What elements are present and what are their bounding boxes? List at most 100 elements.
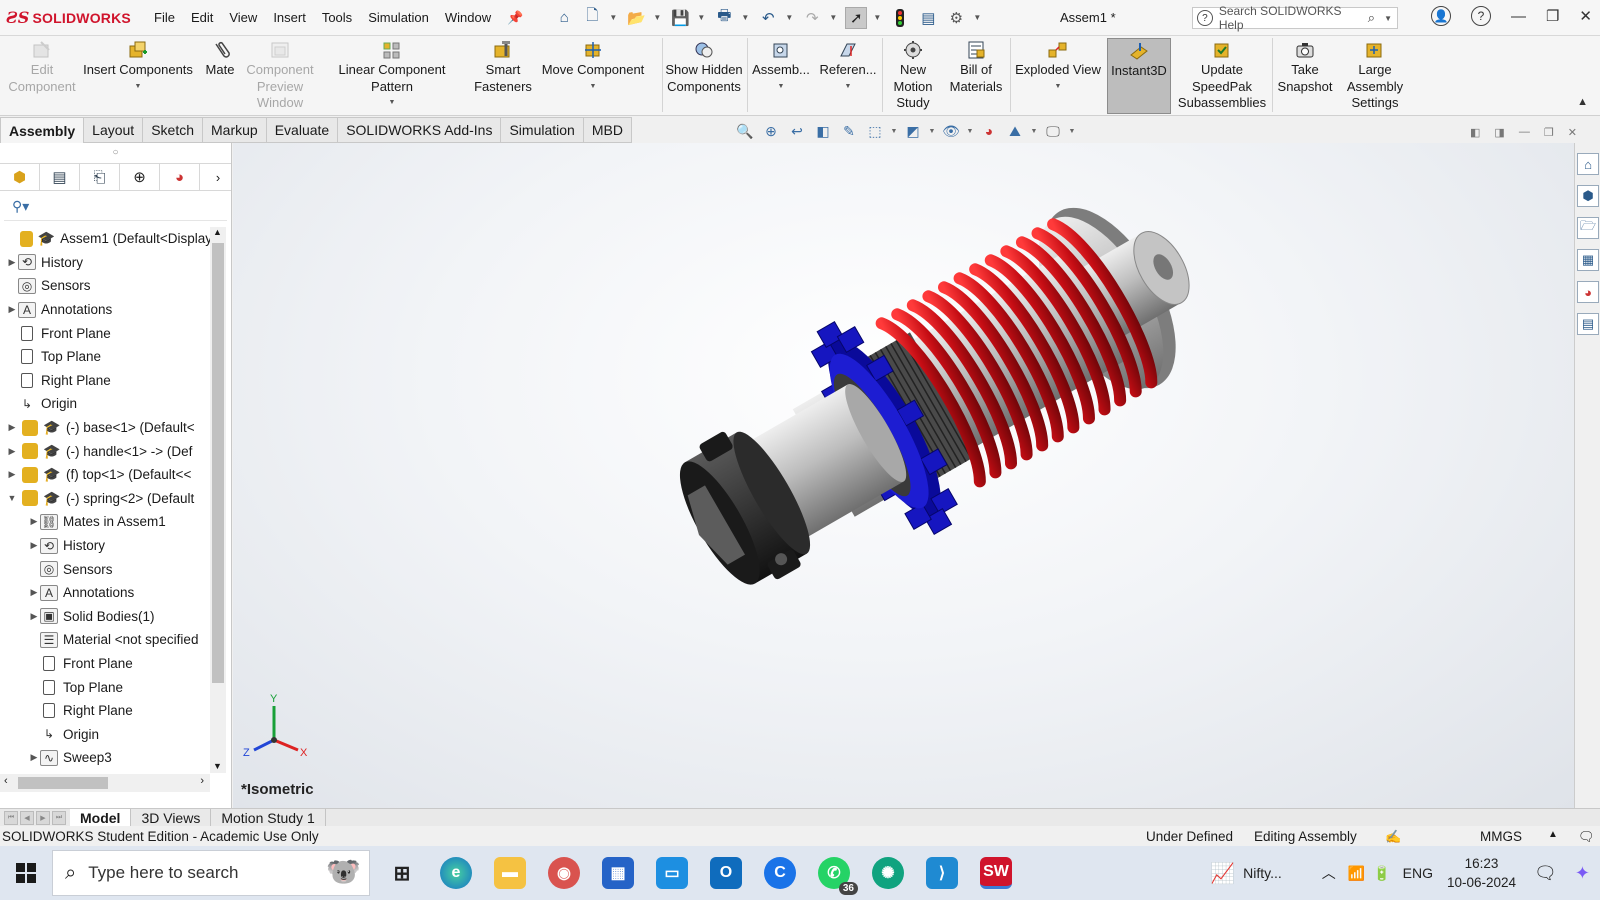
tree-item[interactable]: Top Plane — [0, 345, 212, 369]
zoom-to-fit-icon[interactable]: 🔍 — [734, 122, 756, 140]
move-component-dropdown-icon[interactable]: ▼ — [538, 79, 648, 96]
tree-item[interactable]: ☰ Material <not specified — [0, 628, 212, 652]
chatgpt-icon[interactable]: ✺ — [872, 857, 904, 889]
tab-3d-views[interactable]: 3D Views — [131, 808, 212, 827]
tree-item[interactable]: Right Plane — [0, 369, 212, 393]
minimize-icon[interactable]: — — [1511, 8, 1526, 25]
assembly-features-dropdown-icon[interactable]: ▼ — [749, 79, 813, 96]
tab-assembly[interactable]: Assembly — [0, 117, 85, 143]
assembly-features-button[interactable]: Assemb... ▼ — [749, 38, 813, 95]
tree-item[interactable]: Top Plane — [0, 675, 212, 699]
menu-file[interactable]: File — [146, 10, 183, 25]
move-component-button[interactable]: Move Component ▼ — [538, 38, 648, 95]
viewport-minimize-icon[interactable]: — — [1519, 126, 1530, 139]
solidworks-logo[interactable]: ƧS SOLIDWORKS — [6, 8, 136, 27]
rebuild-status-icon[interactable]: ✍ — [1385, 829, 1401, 845]
expand-arrow-icon[interactable]: ▶ — [6, 469, 18, 480]
save-dropdown-icon[interactable]: ▼ — [697, 13, 707, 22]
tree-item[interactable]: 🎓 Assem1 (Default<Display — [0, 227, 212, 251]
recorder-app-icon[interactable]: ◉ — [548, 857, 580, 889]
tree-item[interactable]: ▶ ⟲ History — [0, 251, 212, 275]
view-orientation-dropdown-icon[interactable]: ▼ — [890, 122, 898, 140]
tree-item[interactable]: ◎ Sensors — [0, 274, 212, 298]
expand-arrow-icon[interactable]: ▶ — [28, 516, 40, 527]
feature-manager-tab-icon[interactable]: ⬢ — [0, 164, 40, 190]
undo-icon[interactable]: ↶ — [757, 7, 779, 29]
expand-arrow-icon[interactable]: ▶ — [6, 422, 18, 433]
smart-fasteners-button[interactable]: Smart Fasteners — [470, 38, 536, 95]
battery-icon[interactable]: 🔋 — [1373, 865, 1390, 882]
viewport-restore-icon[interactable]: ❐ — [1544, 126, 1554, 139]
show-hidden-components-button[interactable]: Show Hidden Components — [664, 38, 744, 95]
options-dropdown-icon[interactable]: ▼ — [973, 13, 983, 22]
appearances-icon[interactable]: ◕ — [1577, 281, 1599, 303]
tree-item[interactable]: ↳ Origin — [0, 722, 212, 746]
expand-arrow-icon[interactable]: ▶ — [6, 304, 18, 315]
tree-item[interactable]: ▶ ⛓ Mates in Assem1 — [0, 510, 212, 534]
zoom-to-area-icon[interactable]: ⊕ — [760, 122, 782, 140]
open-dropdown-icon[interactable]: ▼ — [653, 13, 663, 22]
undo-dropdown-icon[interactable]: ▼ — [785, 13, 795, 22]
stock-chart-icon[interactable]: 📈 — [1210, 861, 1235, 886]
copilot-icon[interactable]: ✦ — [1575, 863, 1590, 884]
apply-scene-icon[interactable]: ⛰ — [1004, 122, 1026, 140]
custom-properties-icon[interactable]: ▤ — [1577, 313, 1599, 335]
solidworks-resources-icon[interactable]: ⌂ — [1577, 153, 1599, 175]
property-manager-tab-icon[interactable]: ▤ — [40, 164, 80, 190]
dimxpert-manager-tab-icon[interactable]: ⊕ — [120, 164, 160, 190]
tree-item[interactable]: ◎ Sensors — [0, 557, 212, 581]
pin-icon[interactable]: 📌 — [499, 10, 531, 26]
filter-icon[interactable]: ⚲▾ — [4, 193, 227, 221]
c-app-icon[interactable]: C — [764, 857, 796, 889]
linear-component-pattern-button[interactable]: Linear Component Pattern ▼ — [316, 38, 468, 112]
scrollbar-thumb[interactable] — [212, 243, 224, 683]
tree-item[interactable]: ▶ 🎓 (-) handle<1> -> (Def — [0, 439, 212, 463]
file-explorer-taskbar-icon[interactable]: ▬ — [494, 857, 526, 889]
instant3d-button[interactable]: Instant3D — [1107, 38, 1171, 114]
tree-item[interactable]: ▼ 🎓 (-) spring<2> (Default — [0, 487, 212, 511]
print-icon[interactable]: 🖶 — [713, 7, 735, 29]
update-speedpak-button[interactable]: Update SpeedPak Subassemblies — [1174, 38, 1270, 112]
help-search-input[interactable]: ? Search SOLIDWORKS Help ⌕ ▼ — [1192, 4, 1398, 32]
tree-item[interactable]: ▶ A Annotations — [0, 581, 212, 605]
next-tab-icon[interactable]: ▶ — [36, 810, 50, 825]
viewport-close-icon[interactable]: ✕ — [1568, 126, 1577, 139]
tab-markup[interactable]: Markup — [203, 117, 267, 143]
design-library-icon[interactable]: ⬢ — [1577, 185, 1599, 207]
take-snapshot-button[interactable]: Take Snapshot — [1274, 38, 1336, 95]
tree-item[interactable]: ▶ 🎓 (-) base<1> (Default< — [0, 416, 212, 440]
select-pointer-icon[interactable]: ➚ — [845, 6, 868, 29]
exploded-view-dropdown-icon[interactable]: ▼ — [1012, 79, 1104, 96]
new-motion-study-button[interactable]: New Motion Study — [884, 38, 942, 112]
prev-tab-icon[interactable]: ◀ — [20, 810, 34, 825]
clock[interactable]: 16:23 10-06-2024 — [1447, 854, 1516, 892]
tree-item[interactable]: ▶ ⟲ History — [0, 534, 212, 558]
insert-components-button[interactable]: Insert Components ▼ — [82, 38, 194, 95]
outlook-new-icon[interactable]: O — [710, 857, 742, 889]
split-right-icon[interactable]: ◨ — [1494, 126, 1504, 139]
unit-system-button[interactable]: MMGS — [1480, 829, 1522, 844]
tab-motion-study-1[interactable]: Motion Study 1 — [211, 808, 326, 827]
search-icon[interactable]: ⌕ — [1368, 10, 1375, 26]
hide-show-items-icon[interactable]: 👁 — [940, 122, 962, 140]
tree-item[interactable]: ↳ Origin — [0, 392, 212, 416]
language-indicator[interactable]: ENG — [1403, 865, 1433, 881]
tab-evaluate[interactable]: Evaluate — [266, 117, 339, 143]
tab-layout[interactable]: Layout — [84, 117, 144, 143]
tab-model[interactable]: Model — [70, 808, 132, 827]
edit-appearance-icon[interactable]: ◕ — [978, 122, 1000, 140]
assembly-model[interactable]: Y X Z — [233, 143, 1574, 808]
microsoft-store-icon[interactable]: ▦ — [602, 857, 634, 889]
print-dropdown-icon[interactable]: ▼ — [741, 13, 751, 22]
apply-scene-dropdown-icon[interactable]: ▼ — [1030, 122, 1038, 140]
menu-edit[interactable]: Edit — [183, 10, 221, 25]
expand-arrow-icon[interactable]: ▶ — [6, 257, 18, 268]
menu-insert[interactable]: Insert — [265, 10, 314, 25]
display-style-dropdown-icon[interactable]: ▼ — [928, 122, 936, 140]
tree-item[interactable]: ▶ ∿ Sweep3 — [0, 746, 212, 770]
expand-arrow-icon[interactable]: ▼ — [6, 493, 18, 503]
help-icon[interactable]: ? — [1470, 6, 1491, 26]
file-properties-icon[interactable]: ▤ — [917, 7, 939, 29]
more-tabs-chevron-icon[interactable]: › — [206, 164, 230, 190]
tooltip-toggle-icon[interactable]: 🗨 — [1578, 829, 1595, 845]
